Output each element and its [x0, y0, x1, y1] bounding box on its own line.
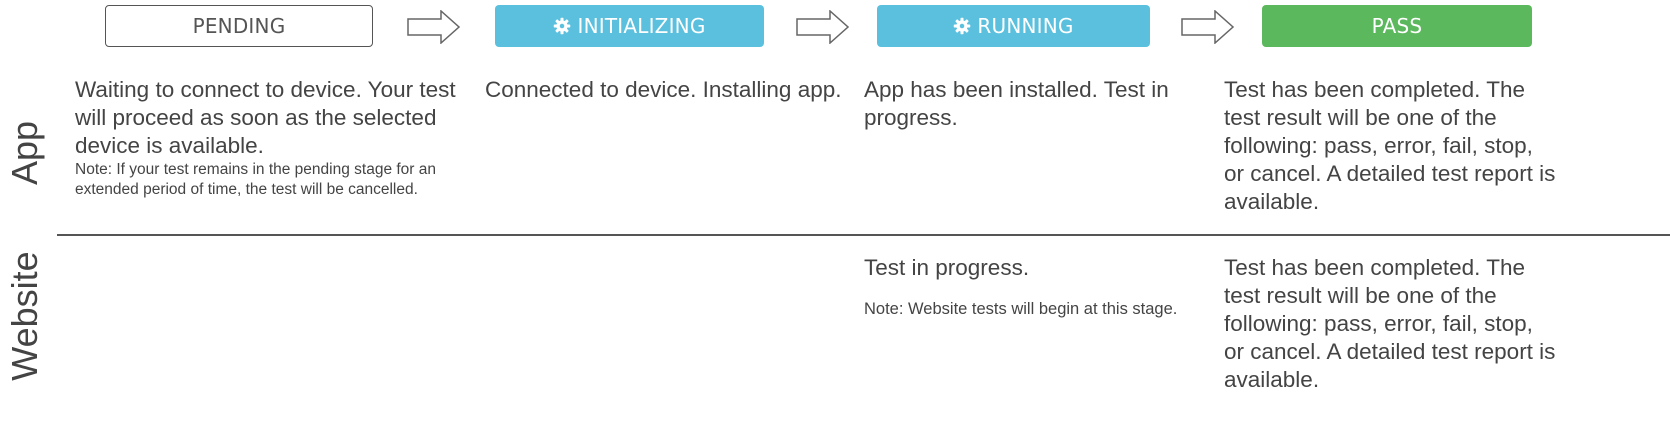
stage-badge-pending: PENDING	[105, 5, 373, 47]
stage-badge-initializing: INITIALIZING	[495, 5, 764, 47]
arrow-right-icon	[796, 10, 850, 44]
website-pass-cell: Test has been completed. The test result…	[1224, 254, 1559, 394]
stage-badge-pass: PASS	[1262, 5, 1532, 47]
gear-icon	[954, 17, 971, 35]
website-running-cell: Test in progress. Note: Website tests wi…	[864, 254, 1209, 320]
app-initializing-description: Connected to device. Installing app.	[485, 77, 842, 102]
app-running-cell: App has been installed. Test in progress…	[864, 76, 1209, 132]
arrow-right-icon	[1181, 10, 1235, 44]
app-initializing-cell: Connected to device. Installing app.	[485, 76, 845, 104]
app-pass-description: Test has been completed. The test result…	[1224, 77, 1556, 214]
app-pending-description: Waiting to connect to device. Your test …	[75, 77, 456, 158]
row-divider	[57, 234, 1670, 236]
gear-icon	[554, 17, 571, 35]
arrow-right-icon	[407, 10, 461, 44]
app-pending-note: Note: If your test remains in the pendin…	[75, 161, 437, 198]
app-pending-cell: Waiting to connect to device. Your test …	[75, 76, 470, 199]
website-running-note: Note: Website tests will begin at this s…	[864, 300, 1178, 318]
stage-label-pending: PENDING	[192, 14, 286, 38]
website-pass-description: Test has been completed. The test result…	[1224, 255, 1556, 392]
app-pass-cell: Test has been completed. The test result…	[1224, 76, 1559, 216]
stage-badge-running: RUNNING	[877, 5, 1150, 47]
website-running-description: Test in progress.	[864, 255, 1030, 280]
app-running-description: App has been installed. Test in progress…	[864, 77, 1169, 130]
stage-label-running: RUNNING	[977, 14, 1074, 38]
stage-label-initializing: INITIALIZING	[577, 14, 706, 38]
row-label-website: Website	[4, 251, 45, 381]
stage-label-pass: PASS	[1371, 14, 1423, 38]
